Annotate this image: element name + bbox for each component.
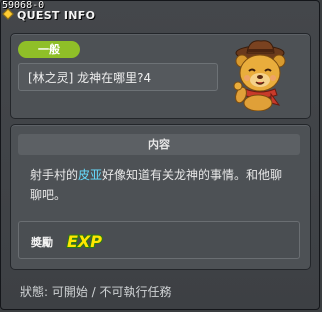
- quest-status: 狀態: 可開始 / 不可執行任務: [20, 285, 172, 299]
- reward-label: 奬勵: [31, 236, 53, 249]
- window-title[interactable]: QUEST INFO: [2, 8, 96, 23]
- npc-name-link[interactable]: 皮亚: [78, 168, 102, 182]
- quest-name: [林之灵] 龙神在哪里?4: [18, 63, 218, 91]
- title-diamond-icon: [2, 8, 14, 20]
- reward-box: 奬勵 EXP: [18, 221, 300, 259]
- description-text: 射手村的: [30, 168, 79, 182]
- quest-category-tag: 一般: [18, 41, 80, 58]
- svg-text:EXP: EXP: [67, 232, 102, 251]
- window-title-text: QUEST INFO: [17, 9, 96, 22]
- quest-description: 射手村的皮亚好像知道有关龙神的事情。和他聊聊吧。: [30, 165, 292, 205]
- exp-icon: EXP: [66, 231, 103, 252]
- npc-bear-cowboy-icon: [233, 40, 286, 111]
- content-header: 内容: [18, 134, 300, 155]
